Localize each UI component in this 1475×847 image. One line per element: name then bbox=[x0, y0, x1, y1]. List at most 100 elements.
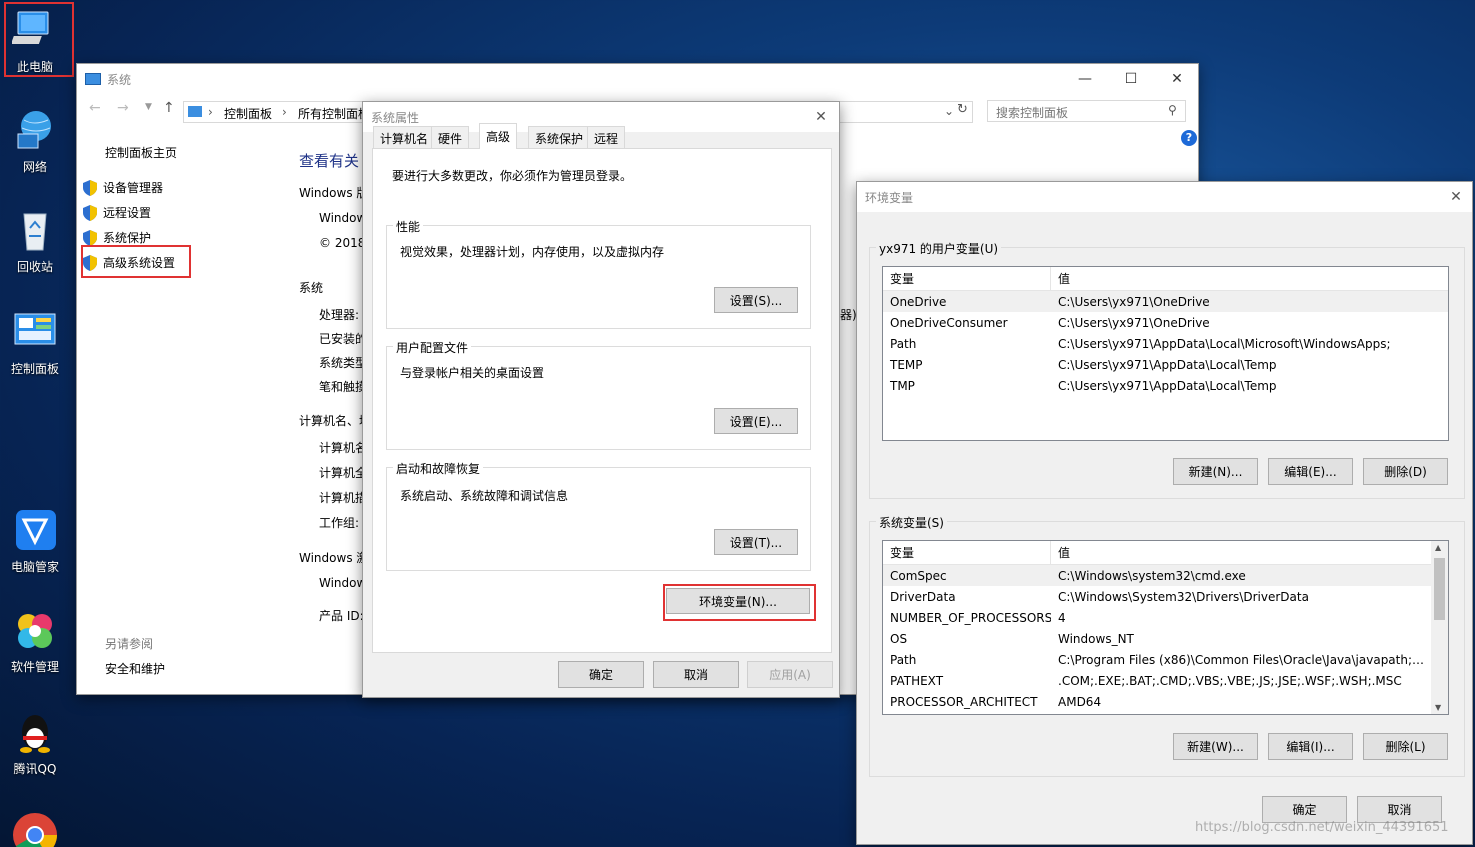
scrollbar-thumb[interactable] bbox=[1434, 558, 1445, 620]
user-delete-button[interactable]: 删除(D) bbox=[1363, 458, 1448, 485]
tab-advanced[interactable]: 高级 bbox=[479, 123, 518, 149]
desktop-icon-network[interactable]: 网络 bbox=[0, 108, 70, 175]
system-list-scrollbar[interactable]: ▲ ▼ bbox=[1431, 541, 1448, 714]
desktop-icon-pc-manager[interactable]: 电脑管家 bbox=[0, 508, 70, 575]
tab-hardware[interactable]: 硬件 bbox=[431, 126, 470, 149]
list-item[interactable]: Path C:\Users\yx971\AppData\Local\Microso… bbox=[883, 333, 1448, 354]
sidebar-item-remote-settings[interactable]: 远程设置 bbox=[83, 204, 151, 221]
back-arrow-icon[interactable]: ← bbox=[89, 100, 101, 116]
system-new-button[interactable]: 新建(W)... bbox=[1173, 733, 1258, 760]
system-variables-title: 系统变量(S) bbox=[876, 514, 947, 531]
activation-value: Window bbox=[319, 576, 367, 590]
pen-touch-label: 笔和触摸 bbox=[319, 380, 368, 394]
column-header-value[interactable]: 值 bbox=[1051, 541, 1070, 564]
list-item[interactable]: OneDrive C:\Users\yx971\OneDrive bbox=[883, 291, 1448, 312]
list-item[interactable]: NUMBER_OF_PROCESSORS 4 bbox=[883, 607, 1431, 628]
address-dropdown-icon[interactable]: ⌄ bbox=[944, 104, 954, 118]
sidebar-item-label: 系统保护 bbox=[103, 231, 152, 245]
sysprops-cancel-button[interactable]: 取消 bbox=[653, 661, 739, 688]
recent-chevron-icon[interactable]: ▼ bbox=[145, 102, 152, 112]
breadcrumb-separator-icon: › bbox=[208, 105, 213, 119]
sysprops-ok-button[interactable]: 确定 bbox=[558, 661, 644, 688]
startup-recovery-group: 启动和故障恢复 系统启动、系统故障和调试信息 设置(T)... bbox=[386, 460, 811, 571]
var-name: PATHEXT bbox=[890, 673, 944, 688]
env-ok-button[interactable]: 确定 bbox=[1262, 796, 1347, 823]
list-item[interactable]: OS Windows_NT bbox=[883, 628, 1431, 649]
help-icon[interactable]: ? bbox=[1181, 130, 1197, 146]
list-item[interactable]: PATHEXT .COM;.EXE;.BAT;.CMD;.VBS;.VBE;.JS… bbox=[883, 670, 1431, 691]
security-maintenance-link[interactable]: 安全和维护 bbox=[105, 660, 165, 677]
system-titlebar[interactable]: 系统 bbox=[77, 64, 1198, 94]
search-placeholder: 搜索控制面板 bbox=[996, 106, 1069, 120]
computer-name-label: 计算机名 bbox=[319, 441, 368, 455]
scroll-down-icon[interactable]: ▼ bbox=[1435, 703, 1441, 712]
pc-manager-icon bbox=[12, 508, 58, 554]
list-item[interactable]: ComSpec C:\Windows\system32\cmd.exe bbox=[883, 565, 1431, 586]
installed-memory-label: 已安装的 bbox=[319, 332, 368, 346]
system-properties-dialog: 系统属性 ✕ 计算机名 硬件 高级 系统保护 远程 要进行大多数更改，你必须作为… bbox=[362, 101, 840, 698]
desktop-icon-control-panel[interactable]: 控制面板 bbox=[0, 310, 70, 377]
sidebar-item-system-protection[interactable]: 系统保护 bbox=[83, 229, 151, 246]
environment-variables-dialog: 环境变量 ✕ yx971 的用户变量(U) 变量 值 OneDrive C:\Us… bbox=[856, 181, 1473, 845]
column-header-variable[interactable]: 变量 bbox=[883, 267, 1051, 290]
list-item[interactable]: Path C:\Program Files (x86)\Common Files\… bbox=[883, 649, 1431, 670]
var-name: TMP bbox=[890, 378, 915, 393]
maximize-button[interactable]: ☐ bbox=[1108, 64, 1154, 94]
desktop-icon-software-manager[interactable]: 软件管理 bbox=[0, 608, 70, 675]
startup-recovery-settings-button[interactable]: 设置(T)... bbox=[714, 529, 798, 555]
sidebar-item-device-manager[interactable]: 设备管理器 bbox=[83, 179, 163, 196]
search-box[interactable]: 搜索控制面板 ⚲ bbox=[987, 100, 1186, 122]
breadcrumb-all-items[interactable]: 所有控制面板 bbox=[298, 105, 370, 122]
refresh-icon[interactable]: ↻ bbox=[957, 102, 968, 117]
minimize-button[interactable]: — bbox=[1062, 64, 1108, 94]
qq-penguin-icon bbox=[12, 710, 58, 756]
performance-title: 性能 bbox=[393, 218, 424, 235]
var-value: C:\Users\yx971\OneDrive bbox=[1058, 315, 1210, 330]
list-item[interactable]: TEMP C:\Users\yx971\AppData\Local\Temp bbox=[883, 354, 1448, 375]
desktop-icon-recycle-bin[interactable]: 回收站 bbox=[0, 208, 70, 275]
system-type-label: 系统类型 bbox=[319, 356, 368, 370]
tab-label: 计算机名 bbox=[380, 131, 429, 146]
system-variables-list[interactable]: 变量 值 ComSpec C:\Windows\system32\cmd.exe … bbox=[882, 540, 1449, 715]
sysprops-apply-button[interactable]: 应用(A) bbox=[747, 661, 833, 688]
sysprops-close-button[interactable]: ✕ bbox=[803, 102, 839, 132]
sysprops-title: 系统属性 bbox=[371, 110, 420, 125]
system-window-title: 系统 bbox=[107, 72, 132, 87]
list-item[interactable]: TMP C:\Users\yx971\AppData\Local\Temp bbox=[883, 375, 1448, 396]
sidebar-home-link[interactable]: 控制面板主页 bbox=[105, 144, 177, 161]
scroll-up-icon[interactable]: ▲ bbox=[1435, 543, 1441, 552]
performance-desc: 视觉效果，处理器计划，内存使用，以及虚拟内存 bbox=[400, 245, 665, 259]
column-header-variable[interactable]: 变量 bbox=[883, 541, 1051, 564]
column-header-value[interactable]: 值 bbox=[1051, 267, 1070, 290]
user-new-button[interactable]: 新建(N)... bbox=[1173, 458, 1258, 485]
forward-arrow-icon[interactable]: → bbox=[117, 100, 129, 116]
user-profiles-settings-button[interactable]: 设置(E)... bbox=[714, 408, 798, 434]
up-arrow-icon[interactable]: ↑ bbox=[163, 100, 175, 116]
list-item[interactable]: PROCESSOR_ARCHITECT AMD64 bbox=[883, 691, 1431, 712]
highlight-this-pc bbox=[4, 2, 74, 77]
search-icon: ⚲ bbox=[1168, 103, 1177, 117]
list-item[interactable]: DriverData C:\Windows\System32\Drivers\Dr… bbox=[883, 586, 1431, 607]
env-cancel-button[interactable]: 取消 bbox=[1357, 796, 1442, 823]
close-button[interactable]: ✕ bbox=[1154, 64, 1200, 94]
env-close-button[interactable]: ✕ bbox=[1439, 182, 1473, 212]
tab-remote[interactable]: 远程 bbox=[587, 126, 626, 149]
var-value: 4 bbox=[1058, 610, 1066, 625]
user-profiles-group: 用户配置文件 与登录帐户相关的桌面设置 设置(E)... bbox=[386, 339, 811, 450]
var-name: DriverData bbox=[890, 589, 956, 604]
system-delete-button[interactable]: 删除(L) bbox=[1363, 733, 1448, 760]
breadcrumb-control-panel[interactable]: 控制面板 bbox=[224, 105, 272, 122]
performance-settings-button[interactable]: 设置(S)... bbox=[714, 287, 798, 313]
var-value: C:\Users\yx971\AppData\Local\Microsoft\W… bbox=[1058, 336, 1391, 351]
user-variables-list[interactable]: 变量 值 OneDrive C:\Users\yx971\OneDrive One… bbox=[882, 266, 1449, 441]
var-name: TEMP bbox=[890, 357, 923, 372]
list-item[interactable]: OneDriveConsumer C:\Users\yx971\OneDrive bbox=[883, 312, 1448, 333]
tab-computer-name[interactable]: 计算机名 bbox=[373, 126, 436, 149]
chrome-icon[interactable] bbox=[12, 812, 58, 847]
user-profiles-title: 用户配置文件 bbox=[393, 339, 472, 356]
env-titlebar[interactable]: 环境变量 bbox=[857, 182, 1472, 212]
user-edit-button[interactable]: 编辑(E)... bbox=[1268, 458, 1353, 485]
system-edit-button[interactable]: 编辑(I)... bbox=[1268, 733, 1353, 760]
desktop-icon-qq[interactable]: 腾讯QQ bbox=[0, 710, 70, 777]
tab-system-protection[interactable]: 系统保护 bbox=[528, 126, 591, 149]
